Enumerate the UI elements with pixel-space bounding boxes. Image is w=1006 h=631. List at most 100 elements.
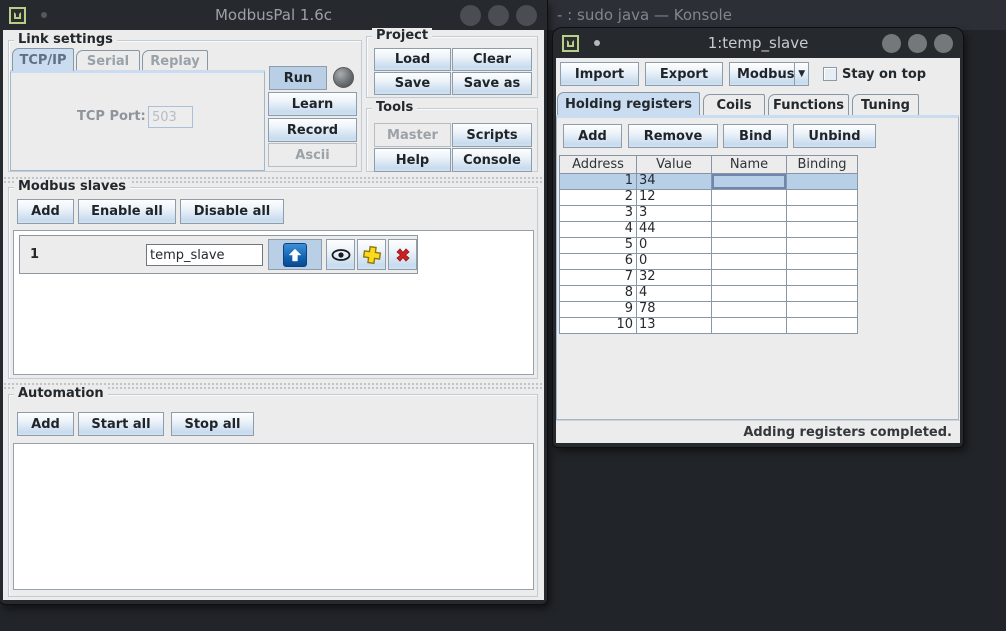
cell-address[interactable]: 4: [559, 222, 637, 238]
cell-value[interactable]: 44: [637, 222, 712, 238]
cell-address[interactable]: 3: [559, 206, 637, 222]
table-row[interactable]: 60: [559, 254, 858, 270]
table-row[interactable]: 978: [559, 302, 858, 318]
stop-all-button[interactable]: Stop all: [171, 412, 254, 436]
status-text: Adding registers completed.: [743, 425, 952, 440]
console-button[interactable]: Console: [452, 148, 532, 172]
cell-name[interactable]: [712, 174, 787, 190]
cell-name[interactable]: [712, 206, 787, 222]
cell-address[interactable]: 1: [559, 174, 637, 190]
cell-binding[interactable]: [787, 270, 858, 286]
tab-label: Serial: [87, 54, 129, 69]
cell-name[interactable]: [712, 270, 787, 286]
record-button[interactable]: Record: [268, 118, 357, 142]
cell-value[interactable]: 0: [637, 238, 712, 254]
cell-value[interactable]: 34: [637, 174, 712, 190]
add-register-button[interactable]: Add: [563, 124, 622, 148]
tab-replay[interactable]: Replay: [142, 50, 208, 71]
unbind-label: Unbind: [808, 129, 860, 144]
tab-functions[interactable]: Functions: [768, 94, 849, 115]
tab-serial[interactable]: Serial: [76, 50, 140, 71]
cell-name[interactable]: [712, 222, 787, 238]
x-icon: [394, 246, 412, 264]
master-button[interactable]: Master: [374, 123, 451, 147]
cell-name[interactable]: [712, 254, 787, 270]
help-button[interactable]: Help: [374, 148, 451, 172]
bind-button[interactable]: Bind: [723, 124, 788, 148]
cell-binding[interactable]: [787, 222, 858, 238]
stay-on-top-checkbox[interactable]: [823, 67, 837, 81]
add-automation-button[interactable]: Add: [17, 412, 74, 436]
save-button[interactable]: Save: [374, 72, 451, 95]
column-header-address[interactable]: Address: [559, 155, 637, 174]
tab-tcpip[interactable]: TCP/IP: [12, 48, 74, 71]
cell-value[interactable]: 0: [637, 254, 712, 270]
cell-address[interactable]: 7: [559, 270, 637, 286]
cell-name[interactable]: [712, 238, 787, 254]
slave-enabled-toggle[interactable]: [268, 239, 322, 270]
scripts-button[interactable]: Scripts: [452, 123, 532, 147]
view-slave-button[interactable]: [326, 239, 355, 270]
cell-binding[interactable]: [787, 254, 858, 270]
cell-address[interactable]: 9: [559, 302, 637, 318]
save-as-button[interactable]: Save as: [452, 72, 532, 95]
run-button[interactable]: Run: [269, 66, 327, 90]
cell-address[interactable]: 10: [559, 318, 637, 334]
add-slave-button[interactable]: Add: [17, 199, 74, 224]
table-row[interactable]: 50: [559, 238, 858, 254]
table-row[interactable]: 444: [559, 222, 858, 238]
cell-value[interactable]: 12: [637, 190, 712, 206]
cell-binding[interactable]: [787, 206, 858, 222]
start-all-button[interactable]: Start all: [78, 412, 164, 436]
import-button[interactable]: Import: [560, 62, 639, 86]
tab-tuning[interactable]: Tuning: [852, 94, 919, 115]
cell-name[interactable]: [712, 318, 787, 334]
cell-address[interactable]: 5: [559, 238, 637, 254]
table-row[interactable]: 84: [559, 286, 858, 302]
clear-button[interactable]: Clear: [452, 48, 532, 71]
tab-coils[interactable]: Coils: [703, 94, 765, 115]
tcp-port-input[interactable]: [148, 106, 193, 128]
mode-combobox[interactable]: Modbus ▼: [729, 62, 809, 86]
clear-label: Clear: [473, 52, 511, 67]
tab-holding-registers[interactable]: Holding registers: [557, 92, 700, 115]
slave-name-input[interactable]: [146, 244, 263, 266]
cell-binding[interactable]: [787, 190, 858, 206]
cell-name[interactable]: [712, 190, 787, 206]
unbind-button[interactable]: Unbind: [793, 124, 876, 148]
table-row[interactable]: 732: [559, 270, 858, 286]
cell-value[interactable]: 4: [637, 286, 712, 302]
cell-value[interactable]: 32: [637, 270, 712, 286]
cell-binding[interactable]: [787, 302, 858, 318]
learn-button[interactable]: Learn: [268, 92, 357, 116]
disable-all-button[interactable]: Disable all: [180, 199, 284, 224]
link-settings-title: Link settings: [14, 32, 117, 47]
delete-slave-button[interactable]: [388, 239, 417, 270]
column-header-value[interactable]: Value: [637, 155, 712, 174]
cell-binding[interactable]: [787, 318, 858, 334]
table-row[interactable]: 212: [559, 190, 858, 206]
table-row[interactable]: 1013: [559, 318, 858, 334]
duplicate-slave-button[interactable]: [357, 239, 386, 270]
column-header-binding[interactable]: Binding: [787, 155, 858, 174]
column-header-name[interactable]: Name: [712, 155, 787, 174]
remove-register-button[interactable]: Remove: [628, 124, 718, 148]
cell-value[interactable]: 3: [637, 206, 712, 222]
cell-address[interactable]: 2: [559, 190, 637, 206]
ascii-button[interactable]: Ascii: [268, 143, 357, 167]
enable-all-button[interactable]: Enable all: [78, 199, 176, 224]
load-button[interactable]: Load: [374, 48, 451, 71]
export-button[interactable]: Export: [645, 62, 723, 86]
cell-name[interactable]: [712, 286, 787, 302]
cell-binding[interactable]: [787, 286, 858, 302]
cell-value[interactable]: 13: [637, 318, 712, 334]
cell-address[interactable]: 6: [559, 254, 637, 270]
cell-value[interactable]: 78: [637, 302, 712, 318]
slave-window: 1:temp_slave Import Export Modbus ▼ Stay…: [553, 28, 963, 447]
cell-binding[interactable]: [787, 174, 858, 190]
cell-address[interactable]: 8: [559, 286, 637, 302]
cell-binding[interactable]: [787, 238, 858, 254]
table-row[interactable]: 134: [559, 174, 858, 190]
table-row[interactable]: 33: [559, 206, 858, 222]
cell-name[interactable]: [712, 302, 787, 318]
